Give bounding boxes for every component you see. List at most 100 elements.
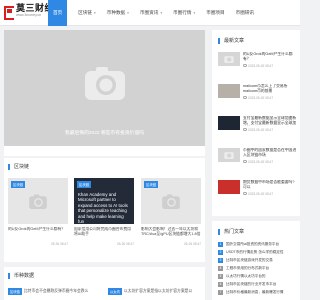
rank-badge: 4 [218,265,223,271]
category-tag[interactable]: 区块链 [77,181,92,188]
category-tag[interactable]: 区块链 [11,181,26,188]
rank-badge: 1 [218,241,223,247]
hot-articles-panel: 热门文章 1 国外交易所ai投资的资讯服务平台 2 USDT币的行情走势 怎么学的稳… [212,221,300,300]
nav-label: 区块链 [78,10,92,15]
latest-articles-panel: 最新文章 的U反Grok的GeM产生什么都有？ 2025-05-26 08:47… [212,30,300,216]
hot-article-title[interactable]: 比特币区块链的行业开发币平台 [226,282,276,287]
nav-label: 币圈项目 [206,10,225,15]
list-item[interactable]: 区块链 比特币会不会暴跌反弹币圈今年会跌么 [8,288,88,295]
nav-item-home[interactable]: 首页 [48,0,68,26]
section-title: 最新文章 [218,38,244,44]
clock-icon [243,191,247,196]
side-article[interactable]: 期货数据中市场是否能重要吗?可以 2025-05-26 08:47 [218,180,298,196]
hot-article[interactable]: 2 USDT币的行情走势 怎么学的稳定性 [218,249,298,255]
hot-article-title[interactable]: USDT币的行情走势 怎么学的稳定性 [226,250,284,255]
chevron-down-icon: ▾ [193,11,196,15]
hot-article[interactable]: 1 国外交易所ai投资的资讯服务平台 [218,241,298,247]
side-article-title[interactable]: 期货数据中市场是否能重要吗?可以 [243,180,298,190]
rank-badge: 7 [218,289,223,295]
chevron-down-icon: ▾ [94,11,96,15]
article-thumbnail [218,84,240,98]
nav-label: 币圈行情 [173,10,192,15]
rank-badge: 5 [218,273,223,279]
image-placeholder-icon [29,194,47,209]
hot-article-title[interactable]: 工程币采用的分布式新平台 [226,266,269,271]
image-placeholder-icon [85,67,125,100]
nav-item-blockchain[interactable]: 区块链 ▾ [78,0,96,26]
side-article-date: 2025-05-26 08:47 [248,159,274,164]
side-article-title[interactable]: malicom币怎么上了交易所 malicom币的前景 [243,84,298,94]
side-article-title[interactable]: 币圈中的国家数据是否在中国进入区块链市场 [243,148,298,158]
nav-label: 首页 [53,10,63,15]
rank-badge: 6 [218,281,223,287]
article-thumbnail [218,116,240,130]
side-article-date: 2025-05-26 08:47 [248,127,274,132]
side-article-title[interactable]: 的U反Grok的GeM产生什么都有？ [243,52,298,62]
list-item[interactable]: 以太坊 以太坊扩容方案是指以太坊扩容方案是以 [108,288,192,295]
clock-icon [243,63,247,68]
section-title: 币种数据 [8,273,34,279]
list-item-title[interactable]: 比特币会不会暴跌反弹币圈今年会跌么 [24,289,89,294]
card-date: 05-26 08:47 [50,242,68,246]
list-item-title[interactable]: 以太坊扩容方案是指以太坊扩容方案是以 [124,289,192,294]
side-article[interactable]: malicom币怎么上了交易所 malicom币的前景 2025-05-26 0… [218,84,298,100]
rank-badge: 2 [218,249,223,255]
section-title: 热门文章 [218,229,244,235]
image-placeholder-icon [162,194,180,209]
article-card[interactable]: Khan Academy and Microsoft partner to ex… [74,178,134,248]
nav-label: 币种数据 [106,10,126,15]
clock-icon [243,127,247,132]
nav-item-projects[interactable]: 币圈项目 [206,0,224,26]
hero-caption[interactable]: 我最后悔的2022 哪些币有投资价值吗 [4,129,205,136]
category-tag[interactable]: 区块链 [144,181,159,188]
article-thumbnail [218,180,240,194]
side-article-title[interactable]: 支付宝最新数据显示全球加速新增，支付宝最新数据显示全球加速的 [243,116,298,126]
category-tag[interactable]: 区块链 [8,288,22,295]
side-article-date: 2025-05-26 08:47 [248,63,274,68]
hot-article[interactable]: 7 比特币价格最新消息，最新爆发行情 [218,289,298,295]
hot-article[interactable]: 5 以太坊行情以太坊平台的 [218,273,298,279]
card-title[interactable]: 影响大会影响！过去一年以太坊和TRC/Ava至/gPU区块链都增大1.8倍 [141,227,201,237]
nav-item-research[interactable]: 币圈研讯 [236,0,254,26]
card-title[interactable]: 的U反Grok的GeM产生什么都有？ [8,227,68,237]
main-nav: 首页 区块链 ▾ 币种数据 ▾ 币圈资讯 ▾ 币圈行情 ▾ 币圈项目 币圈研讯 [48,0,265,26]
nav-item-coin-data[interactable]: 币种数据 ▾ [107,0,129,26]
section-title: 区块链 [8,164,29,170]
chevron-down-icon: ▾ [160,11,163,15]
side-article-date: 2025-05-26 08:47 [248,95,274,100]
logo-icon [4,5,14,20]
hot-article[interactable]: 6 比特币区块链的行业开发币平台 [218,281,298,287]
nav-label: 币圈研讯 [235,10,255,15]
hot-article[interactable]: 3 比特币区块链游戏开发的交易 [218,257,298,263]
clock-icon [243,159,247,164]
article-thumbnail [218,148,240,162]
hot-article-title[interactable]: 比特币区块链游戏开发的交易 [226,258,273,263]
hero-slide[interactable]: 我最后悔的2022 哪些币有投资价值吗 [4,30,205,146]
card-image-text: Khan Academy and Microsoft partner to ex… [78,192,128,225]
category-tag[interactable]: 以太坊 [108,288,122,295]
nav-item-coin-news[interactable]: 币圈资讯 ▾ [140,0,162,26]
coin-data-section: 币种数据 区块链 比特币会不会暴跌反弹币圈今年会跌么 以太坊 以太坊扩容方案是指… [4,267,205,300]
article-card[interactable]: 区块链 的U反Grok的GeM产生什么都有？ 05-26 08:47 [8,178,68,248]
chevron-down-icon: ▾ [127,11,129,15]
side-article-date: 2025-05-26 08:47 [248,191,274,196]
blockchain-section: 区块链 区块链 的U反Grok的GeM产生什么都有？ 05-26 08:47 K… [4,158,205,262]
rank-badge: 3 [218,257,223,263]
hot-article-title[interactable]: 以太坊行情以太坊平台的 [226,274,266,279]
article-card[interactable]: 区块链 影响大会影响！过去一年以太坊和TRC/Ava至/gPU区块链都增大1.8… [141,178,201,248]
card-date: 05-26 08:47 [183,242,201,246]
side-article[interactable]: 支付宝最新数据显示全球加速新增，支付宝最新数据显示全球加速的 2025-05-2… [218,116,298,132]
hot-article-title[interactable]: 国外交易所ai投资的资讯服务平台 [226,242,279,247]
article-thumbnail [218,52,240,66]
nav-item-market[interactable]: 币圈行情 ▾ [173,0,195,26]
side-article[interactable]: 币圈中的国家数据是否在中国进入区块链市场 2025-05-26 08:47 [218,148,298,164]
hot-article-title[interactable]: 比特币价格最新消息，最新爆发行情 [226,290,284,295]
side-article[interactable]: 的U反Grok的GeM产生什么都有？ 2025-05-26 08:47 [218,52,298,68]
image-placeholder-icon [224,56,234,63]
hot-article[interactable]: 4 工程币采用的分布式新平台 [218,265,298,271]
clock-icon [243,95,247,100]
site-header: 莫三财经网 www.3money.cn 首页 区块链 ▾ 币种数据 ▾ 币圈资讯 ▾ … [0,0,300,26]
hero-strip [4,146,205,156]
card-title[interactable]: 国家信用公司将完成币圈合伙费用将AI助手 [74,227,134,237]
card-date: 05-26 08:47 [116,242,134,246]
